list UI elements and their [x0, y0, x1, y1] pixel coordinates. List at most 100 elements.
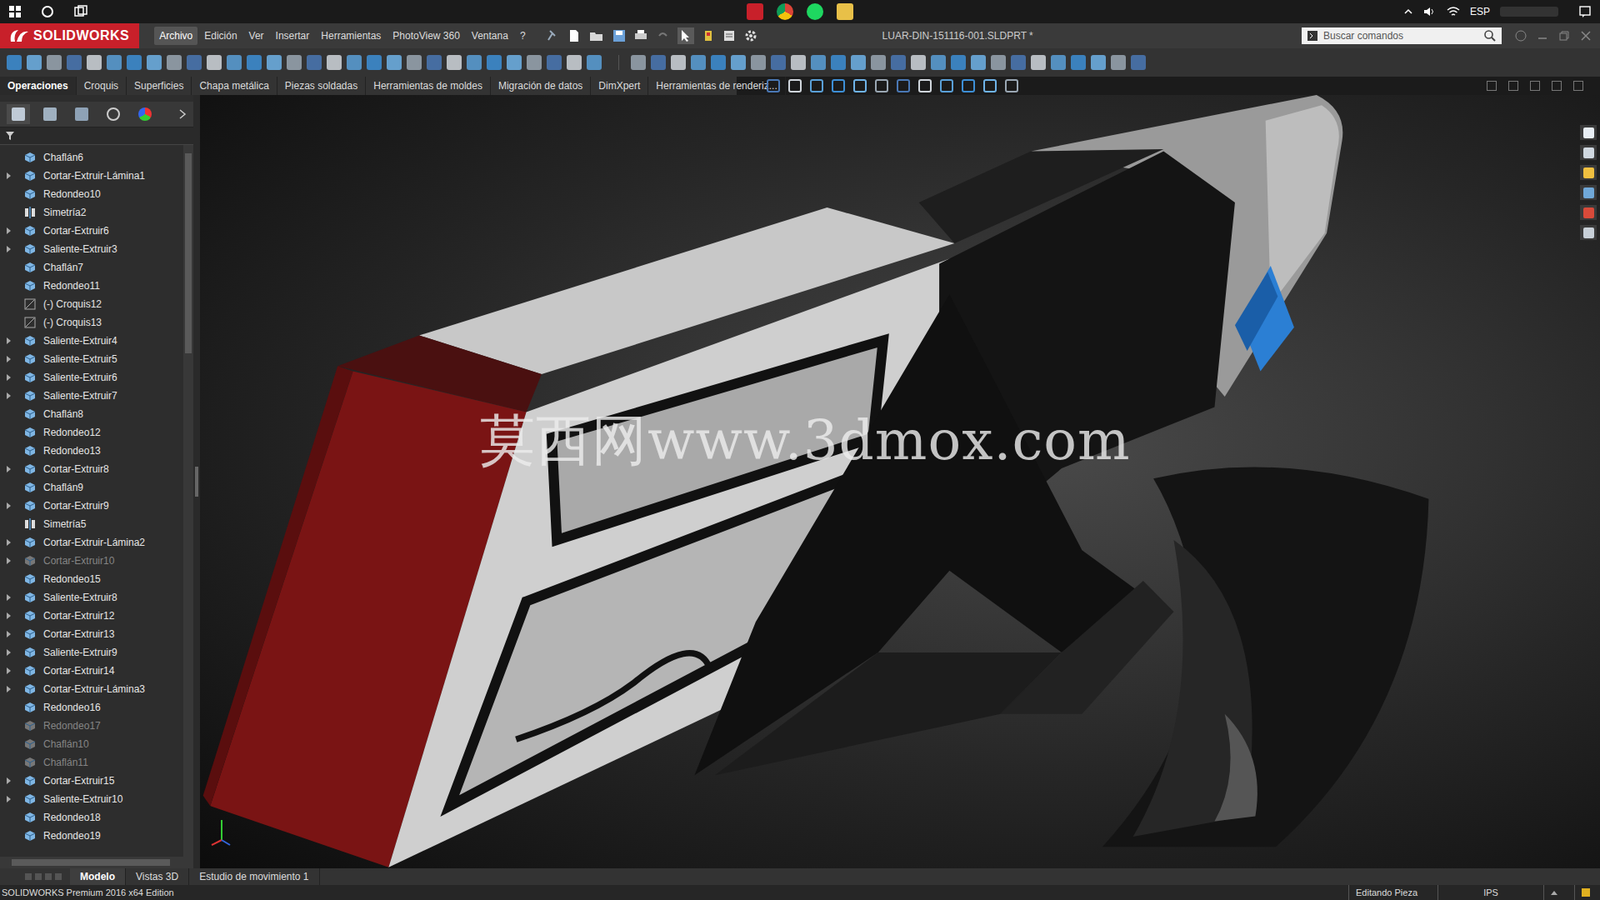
expand-arrow[interactable] — [3, 519, 14, 530]
tool-icon[interactable] — [106, 55, 122, 70]
tool-icon[interactable] — [186, 55, 202, 70]
tree-item[interactable]: Cortar-Extruir15 — [0, 771, 184, 790]
tool-icon[interactable] — [366, 55, 382, 70]
tree-item[interactable]: Saliente-Extruir9 — [0, 643, 184, 662]
tool-icon[interactable] — [46, 55, 62, 70]
view-tool-icon[interactable] — [853, 79, 867, 93]
expand-arrow[interactable] — [3, 189, 14, 200]
task-view-icon[interactable] — [73, 4, 89, 20]
tool-icon[interactable] — [246, 55, 262, 70]
expand-arrow[interactable] — [3, 427, 14, 438]
tree-item[interactable]: Saliente-Extruir8 — [0, 588, 184, 607]
expand-arrow[interactable] — [3, 482, 14, 493]
split-horizontal-icon[interactable] — [1508, 80, 1519, 91]
tool-icon[interactable] — [830, 55, 846, 70]
task-pane-icon[interactable] — [1580, 145, 1597, 160]
expand-arrow[interactable] — [3, 244, 14, 255]
menu-item[interactable]: ? — [515, 26, 531, 45]
command-tab[interactable]: Migración de datos — [490, 76, 591, 95]
viewport-minimize-icon[interactable] — [1530, 80, 1540, 91]
tool-icon[interactable] — [306, 55, 322, 70]
tool-icon[interactable] — [126, 55, 142, 70]
select-icon[interactable] — [677, 27, 695, 45]
tool-icon[interactable] — [1110, 55, 1126, 70]
tree-item[interactable]: Chaflán6 — [0, 148, 184, 167]
tree-item[interactable]: Redondeo12 — [0, 423, 184, 442]
menu-item[interactable]: PhotoView 360 — [387, 26, 465, 45]
part-model[interactable] — [200, 95, 1600, 869]
vertical-scrollbar[interactable] — [183, 145, 194, 857]
tool-icon[interactable] — [930, 55, 946, 70]
tool-icon[interactable] — [526, 55, 542, 70]
tool-icon[interactable] — [910, 55, 926, 70]
search-icon[interactable] — [1483, 29, 1497, 43]
expand-arrow[interactable] — [3, 390, 14, 401]
view-tool-icon[interactable] — [983, 79, 997, 93]
tree-item[interactable]: Redondeo15 — [0, 570, 184, 589]
tool-icon[interactable] — [586, 55, 602, 70]
print-icon[interactable] — [634, 29, 648, 43]
tool-icon[interactable] — [266, 55, 282, 70]
expand-arrow[interactable] — [3, 372, 14, 383]
expand-arrow[interactable] — [3, 794, 14, 805]
expand-arrow[interactable] — [3, 720, 14, 731]
tree-item[interactable]: Redondeo17 — [0, 716, 184, 735]
command-tab[interactable]: Croquis — [76, 76, 127, 95]
command-tab[interactable]: DimXpert — [590, 76, 649, 95]
tool-icon[interactable] — [750, 55, 766, 70]
command-tab[interactable]: Superficies — [126, 76, 192, 95]
view-tool-icon[interactable] — [918, 79, 932, 93]
expand-arrow[interactable] — [3, 170, 14, 181]
options-gear-icon[interactable] — [744, 29, 758, 43]
task-pane-icon[interactable] — [1580, 125, 1597, 140]
tool-icon[interactable] — [690, 55, 706, 70]
task-pane-icon[interactable] — [1580, 165, 1597, 180]
expand-arrow[interactable] — [3, 464, 14, 475]
help-icon[interactable] — [1515, 30, 1527, 42]
volume-icon[interactable] — [1423, 5, 1437, 18]
tree-item[interactable]: Saliente-Extruir5 — [0, 350, 184, 369]
expand-arrow[interactable] — [3, 555, 14, 566]
view-tool-icon[interactable] — [766, 79, 780, 93]
solidworks-logo[interactable]: SOLIDWORKS — [0, 23, 140, 49]
viewport-close-icon[interactable] — [1573, 80, 1584, 91]
tool-icon[interactable] — [346, 55, 362, 70]
chrome-taskbar-icon[interactable] — [776, 3, 794, 20]
menu-item[interactable]: Ver — [244, 26, 270, 45]
save-icon[interactable] — [612, 29, 626, 43]
view-tool-icon[interactable] — [961, 79, 975, 93]
tool-icon[interactable] — [326, 55, 342, 70]
tool-icon[interactable] — [810, 55, 826, 70]
language-indicator[interactable]: ESP — [1470, 5, 1490, 18]
tree-item[interactable]: Chaflán7 — [0, 258, 184, 277]
command-tab[interactable]: Herramientas de moldes — [365, 76, 491, 95]
tree-item[interactable]: Simetría5 — [0, 515, 184, 534]
expand-arrow[interactable] — [3, 152, 14, 163]
expand-arrow[interactable] — [3, 830, 14, 841]
tree-item[interactable]: (-) Croquis12 — [0, 295, 184, 314]
tool-icon[interactable] — [650, 55, 666, 70]
menu-item[interactable]: Ventana — [466, 26, 514, 45]
tree-item[interactable]: Redondeo19 — [0, 826, 184, 845]
tree-item[interactable]: Cortar-Extruir10 — [0, 551, 184, 570]
tree-filter[interactable] — [0, 127, 194, 145]
new-file-icon[interactable] — [567, 29, 581, 43]
search-circle-icon[interactable] — [40, 4, 55, 20]
graphics-area[interactable]: 莫西网www.3dmox.com — [200, 95, 1600, 869]
pin-icon[interactable] — [545, 29, 560, 43]
notifications-icon[interactable] — [1578, 5, 1592, 19]
menu-item[interactable]: Insertar — [270, 26, 315, 45]
view-tool-icon[interactable] — [831, 79, 845, 93]
search-commands[interactable]: Buscar comandos — [1301, 27, 1502, 45]
view-tool-icon[interactable] — [940, 79, 954, 93]
expand-arrow[interactable] — [3, 592, 14, 603]
tool-icon[interactable] — [1130, 55, 1146, 70]
tool-icon[interactable] — [286, 55, 302, 70]
tool-icon[interactable] — [446, 55, 462, 70]
tool-icon[interactable] — [466, 55, 482, 70]
expand-arrow[interactable] — [3, 775, 14, 786]
tool-icon[interactable] — [870, 55, 886, 70]
command-tab[interactable]: Herramientas de renderiz... — [648, 76, 785, 95]
spotify-taskbar-icon[interactable] — [806, 3, 824, 20]
undo-icon[interactable] — [655, 29, 670, 43]
